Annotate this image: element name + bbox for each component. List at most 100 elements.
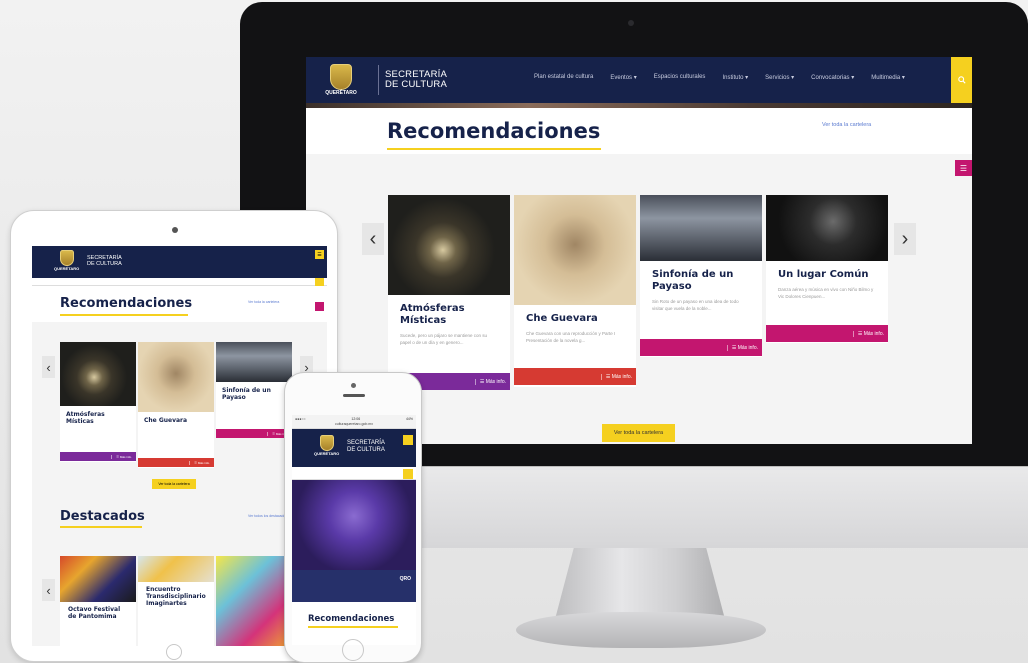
featured-card[interactable]: Octavo Festival de Pantomima [60,556,136,646]
menu-button[interactable] [403,435,413,445]
home-button[interactable] [166,644,182,660]
menu-item-eventos[interactable]: Eventos ▾ [610,74,636,81]
event-image [640,195,762,261]
event-title: Che Guevara [144,417,188,424]
title-underline [60,314,188,316]
chevron-left-icon: ‹ [46,582,51,598]
site-header: QUERÉTARO SECRETARÍA DE CULTURA Plan est… [306,57,972,103]
section-title: Recomendaciones [387,119,601,143]
event-card[interactable]: Un lugar Común Danza aérea y música en v… [766,195,888,343]
status-bar: ●●●○○ 12:06 44% [292,415,416,422]
menu-item-convocatorias[interactable]: Convocatorias ▾ [811,74,854,81]
menu-item-multimedia[interactable]: Multimedia ▾ [871,74,905,81]
address-bar[interactable]: culturaqueretaro.gob.mx [292,422,416,429]
featured-card-title: Encuentro Transdisciplinario Imaginartes [146,586,206,607]
chevron-right-icon: › [901,227,909,250]
menu-item-plan-estatal[interactable]: Plan estatal de cultura [534,74,593,81]
event-description: Sucede, pero un pájaro se mantiene con s… [400,333,488,345]
side-menu-button[interactable]: ☰ [955,160,972,176]
more-info-label: ☰ Más info. [852,330,884,337]
home-button[interactable] [342,639,364,661]
more-info-button[interactable]: ☰ Más info. [640,339,762,356]
carrier-signal: ●●●○○ [295,416,306,421]
recommendations-header: Recomendaciones Ver toda la cartelera [306,108,972,154]
see-all-link[interactable]: Ver toda la cartelera [822,122,871,128]
search-button[interactable] [315,278,324,286]
event-card[interactable]: Atmósferas Místicas Sucede, pero un pája… [388,195,510,390]
event-image [514,195,636,305]
see-all-featured-link[interactable]: Ver todos los destacados [248,514,287,518]
brand-line-1: SECRETARÍA [347,440,385,446]
section-title: Recomendaciones [60,296,193,311]
menu-icon: ☰ [317,251,322,258]
search-icon [957,76,966,84]
featured-image [60,556,136,602]
side-menu-button[interactable] [315,302,324,311]
section-title: Recomendaciones [308,614,395,624]
search-button[interactable] [403,469,413,479]
menu-item-servicios[interactable]: Servicios ▾ [765,74,794,81]
event-card[interactable]: Atmósferas Místicas ☰ Más info. [60,342,136,462]
event-description: Sin Roto de un payaso en una idea de tod… [652,299,739,311]
menu-button[interactable]: ☰ [315,250,324,259]
brand-name: SECRETARÍA DE CULTURA [87,255,122,267]
more-info-button[interactable]: ☰ Más info. [766,325,888,342]
site-logo[interactable]: QUERÉTARO [306,57,376,103]
site-header: QUERÉTARO SECRETARÍA DE CULTURA [292,429,416,467]
title-underline [308,626,398,628]
camera-icon [351,383,356,388]
menu-item-espacios[interactable]: Espacios culturales [654,74,706,81]
see-all-cartelera-button[interactable]: Ver toda la cartelera [602,424,675,442]
title-underline [387,148,601,150]
more-info-button[interactable]: ☰ Más info. [138,458,214,467]
speaker-grille [343,394,365,397]
event-title: Sinfonía de un Payaso [652,269,734,292]
see-all-cartelera-button[interactable]: Ver toda la cartelera [152,479,196,489]
more-info-label: ☰ Más info. [600,373,632,380]
hero-caption-bar: QRO [292,570,416,602]
recommendations-header: Recomendaciones Ver toda la cartelera [32,286,327,322]
carousel-prev-button[interactable]: ‹ [42,356,55,378]
event-description: Che Guevara con una reproducción y Parte… [526,331,616,343]
featured-prev-button[interactable]: ‹ [42,579,55,601]
event-card[interactable]: Sinfonía de un Payaso ☰ Más info. [216,342,292,438]
featured-image [138,556,214,582]
site-logo[interactable]: QUERÉTARO [54,250,79,271]
brand-line-2: DE CULTURA [385,79,447,90]
event-title: Sinfonía de un Payaso [222,387,271,401]
phone-device: ●●●○○ 12:06 44% culturaqueretaro.gob.mx … [284,372,422,663]
see-all-link[interactable]: Ver toda la cartelera [248,300,279,304]
event-card[interactable]: Sinfonía de un Payaso Sin Roto de un pay… [640,195,762,357]
chevron-left-icon: ‹ [369,227,377,250]
camera-icon [628,20,634,26]
search-strip [32,278,327,286]
more-info-label: ☰ Más info. [726,344,758,351]
qro-logo: QRO [399,576,411,582]
more-info-label: ☰ Más info. [474,378,506,385]
event-card[interactable]: Che Guevara ☰ Más info. [138,342,214,468]
menu-item-instituto[interactable]: Instituto ▾ [722,74,748,81]
carousel-prev-button[interactable]: ‹ [362,223,384,255]
search-strip [292,467,416,480]
more-info-button[interactable]: ☰ Más info. [514,368,636,385]
more-info-label: ☰ Más info. [189,460,210,465]
event-image [766,195,888,261]
event-card[interactable]: Che Guevara Che Guevara con una reproduc… [514,195,636,387]
status-time: 12:06 [351,416,361,421]
more-info-button[interactable]: ☰ Más info. [60,452,136,461]
event-title: Atmósferas Místicas [66,411,105,425]
featured-title: Destacados [60,509,145,524]
event-description: Danza aérea y música en vivo con Niño Bi… [778,287,874,299]
state-crest-icon [319,435,334,451]
logo-state-name: QUERÉTARO [325,90,357,96]
state-crest-icon [330,64,352,90]
more-info-button[interactable]: ☰ Más info. [216,429,292,438]
site-header: QUERÉTARO SECRETARÍA DE CULTURA ☰ [32,246,327,278]
carousel-next-button[interactable]: › [894,223,916,255]
search-button[interactable] [951,57,972,103]
site-logo[interactable]: QUERÉTARO [314,435,339,456]
featured-card[interactable] [216,556,292,646]
logo-state-name: QUERÉTARO [314,451,340,456]
brand-line-2: DE CULTURA [87,261,122,267]
featured-card[interactable]: Encuentro Transdisciplinario Imaginartes [138,556,214,646]
